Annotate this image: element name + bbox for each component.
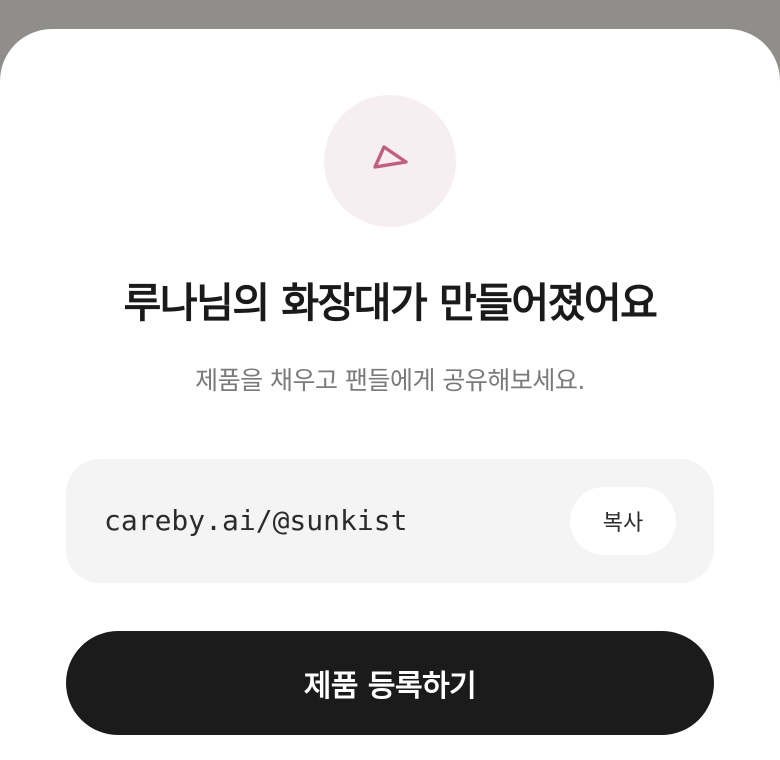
register-product-button[interactable]: 제품 등록하기 — [66, 631, 714, 735]
screen: 루나님의 화장대가 만들어졌어요 제품을 채우고 팬들에게 공유해보세요. ca… — [0, 0, 780, 760]
sheet-subtitle: 제품을 채우고 팬들에게 공유해보세요. — [195, 366, 585, 395]
copy-button[interactable]: 복사 — [570, 487, 676, 555]
icon-badge — [324, 95, 456, 227]
profile-link-url: careby.ai/@sunkist — [104, 504, 408, 537]
profile-link-box: careby.ai/@sunkist 복사 — [66, 459, 714, 583]
sheet-title: 루나님의 화장대가 만들어졌어요 — [123, 279, 658, 327]
send-arrow-icon — [373, 145, 408, 169]
bottom-sheet: 루나님의 화장대가 만들어졌어요 제품을 채우고 팬들에게 공유해보세요. ca… — [0, 29, 780, 760]
